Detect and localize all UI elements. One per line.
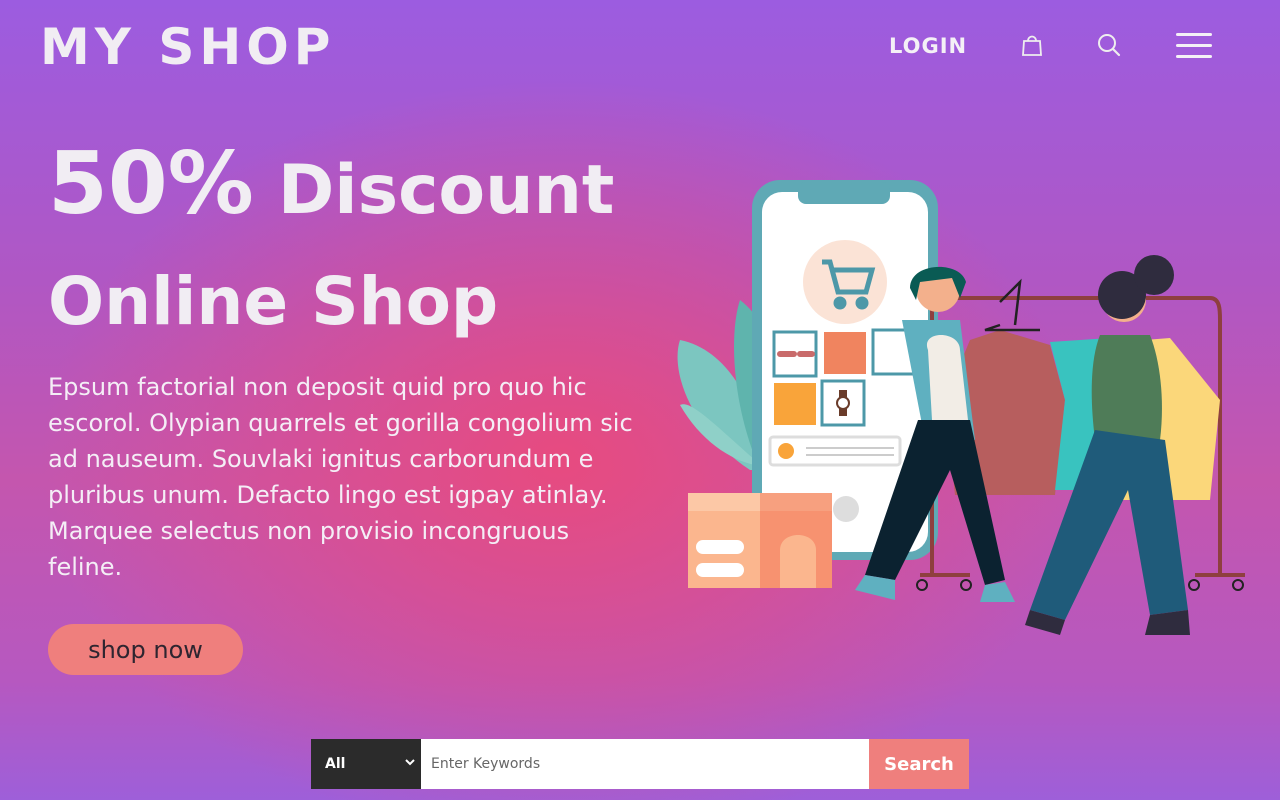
- chevron-down-icon: [405, 759, 415, 766]
- shopping-bag-icon[interactable]: [1019, 32, 1045, 58]
- headline-online-shop: Online Shop: [48, 263, 499, 340]
- search-button[interactable]: Search: [869, 739, 969, 789]
- shop-now-button[interactable]: shop now: [48, 624, 243, 675]
- category-selected-value: All: [325, 756, 346, 772]
- hamburger-menu-icon[interactable]: [1174, 30, 1214, 62]
- headline-discount: Discount: [277, 151, 615, 230]
- login-link[interactable]: LOGIN: [889, 33, 967, 59]
- keyword-search-input[interactable]: [421, 739, 869, 789]
- category-select[interactable]: All: [311, 739, 421, 789]
- headline-percent: 50%: [48, 134, 254, 234]
- search-icon[interactable]: [1096, 32, 1122, 58]
- hero-body-text: Epsum factorial non deposit quid pro quo…: [48, 373, 633, 581]
- site-header: MY SHOP LOGIN: [0, 0, 1280, 92]
- shopping-illustration: [677, 180, 1245, 635]
- site-logo[interactable]: MY SHOP: [40, 18, 335, 76]
- hero-headline: 50% Discount Online Shop: [48, 136, 728, 350]
- storefront-illustration: [688, 493, 832, 588]
- search-bar: All Search: [311, 739, 969, 789]
